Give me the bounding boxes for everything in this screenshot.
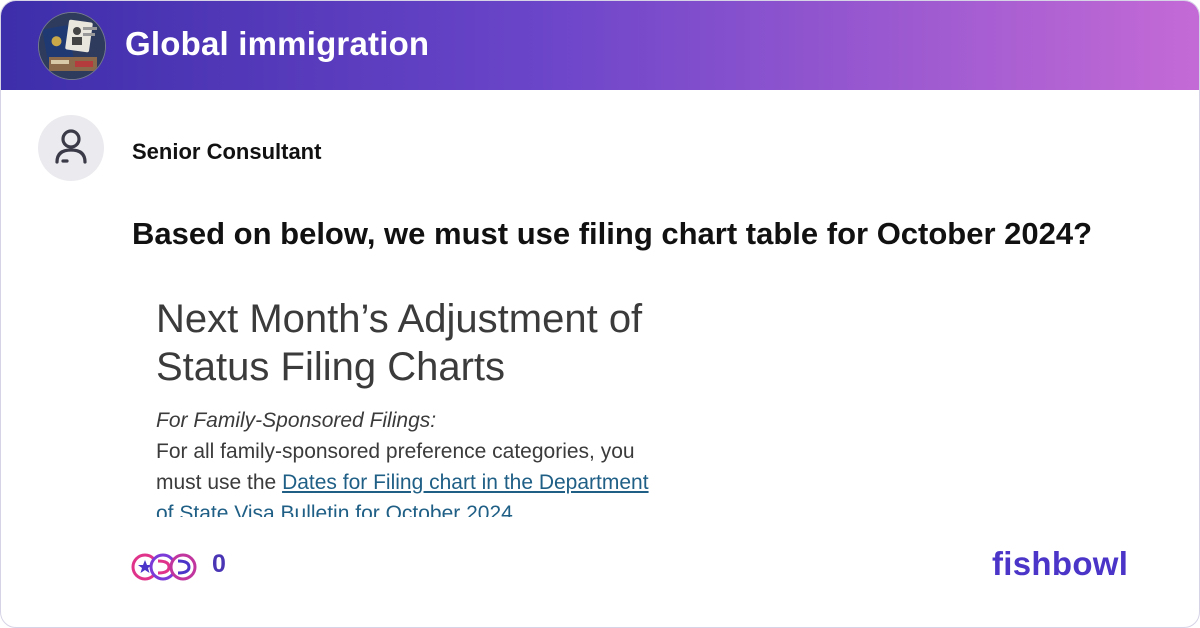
reaction-count: 0 bbox=[212, 550, 226, 578]
embed-heading-line2: Status Filing Charts bbox=[156, 345, 506, 389]
immigration-documents-icon[interactable] bbox=[38, 12, 106, 80]
embed-body-line2-prefix: must use the bbox=[156, 471, 283, 494]
group-header: Global immigration bbox=[1, 1, 1199, 90]
group-title[interactable]: Global immigration bbox=[125, 25, 429, 63]
embed-link-line2[interactable]: of State Visa Bulletin for October 2024 bbox=[156, 502, 513, 517]
embed-link-line1[interactable]: Dates for Filing chart in the Department bbox=[282, 471, 649, 494]
embedded-screenshot: Next Month’s Adjustment of Status Filing… bbox=[156, 295, 716, 517]
embed-heading: Next Month’s Adjustment of Status Filing… bbox=[156, 295, 716, 391]
embed-subheading: For Family-Sponsored Filings: bbox=[156, 409, 437, 432]
fishbowl-logo[interactable]: fishbowl bbox=[992, 545, 1128, 583]
embed-body-line1: For all family-sponsored preference cate… bbox=[156, 440, 635, 463]
post-card: Global immigration Senior Consultant Bas… bbox=[0, 0, 1200, 628]
post-title[interactable]: Based on below, we must use filing chart… bbox=[132, 216, 1092, 252]
embed-heading-line1: Next Month’s Adjustment of bbox=[156, 297, 643, 341]
reactions-icon[interactable] bbox=[131, 552, 199, 582]
embed-body: For all family-sponsored preference cate… bbox=[156, 436, 716, 517]
author-role[interactable]: Senior Consultant bbox=[132, 139, 321, 165]
user-icon[interactable] bbox=[38, 115, 104, 181]
